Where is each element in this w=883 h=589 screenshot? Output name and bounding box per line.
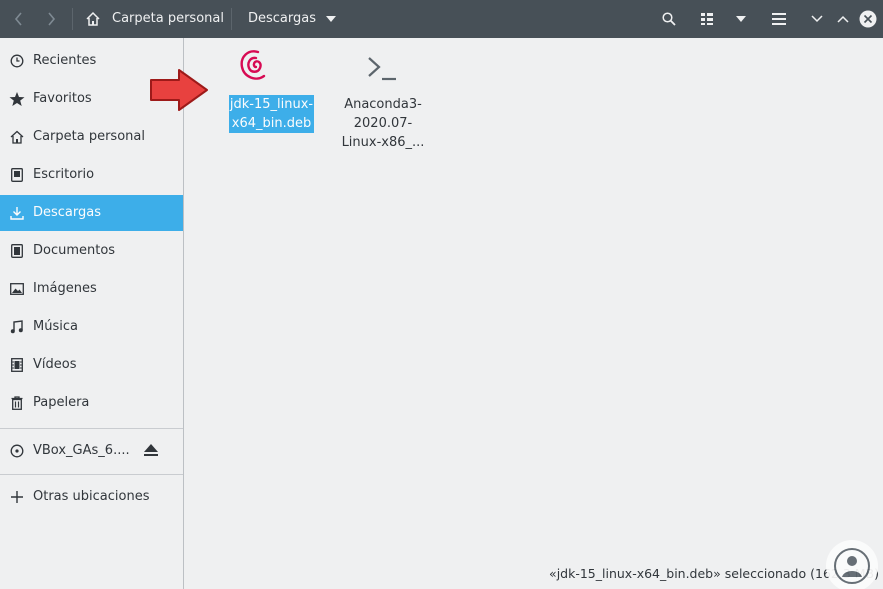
sidebar-item-label: Papelera bbox=[33, 395, 90, 410]
sidebar-separator bbox=[0, 474, 183, 475]
sidebar-item-imagenes[interactable]: Imágenes bbox=[0, 271, 183, 307]
home-icon bbox=[9, 129, 25, 145]
eject-icon[interactable] bbox=[144, 444, 158, 460]
caret-down-icon bbox=[326, 16, 336, 22]
sidebar-item-vbox-device[interactable]: VBox_GAs_6.... bbox=[0, 433, 183, 469]
breadcrumb-dropdown-button[interactable] bbox=[322, 6, 340, 32]
chevron-left-icon bbox=[14, 12, 22, 26]
caret-down-icon bbox=[736, 16, 746, 22]
debian-package-icon bbox=[240, 50, 266, 80]
sidebar-item-videos[interactable]: Vídeos bbox=[0, 347, 183, 383]
close-button[interactable] bbox=[857, 6, 879, 32]
sidebar: Recientes Favoritos Carpeta personal Esc… bbox=[0, 38, 184, 589]
home-icon bbox=[86, 11, 100, 26]
sidebar-separator bbox=[0, 428, 183, 429]
clock-icon bbox=[9, 53, 25, 69]
music-icon bbox=[9, 319, 25, 335]
breadcrumb-home-button[interactable] bbox=[82, 6, 104, 32]
file-name: Anaconda3- 2020.07- Linux-x86_... bbox=[341, 97, 425, 150]
annotation-arrow-icon bbox=[150, 69, 208, 111]
sidebar-item-label: Imágenes bbox=[33, 281, 97, 296]
breadcrumb-item-current[interactable]: Descargas bbox=[248, 11, 316, 26]
breadcrumb-separator bbox=[231, 8, 232, 30]
main-menu-button[interactable] bbox=[766, 6, 792, 32]
sidebar-item-label: Favoritos bbox=[33, 91, 92, 106]
trash-icon bbox=[9, 395, 25, 411]
plus-icon bbox=[9, 489, 25, 505]
sidebar-item-label: Descargas bbox=[33, 205, 102, 220]
sidebar-item-descargas[interactable]: Descargas bbox=[0, 195, 183, 231]
video-icon bbox=[9, 357, 25, 373]
hamburger-icon bbox=[772, 13, 786, 25]
file-item-jdk[interactable]: jdk-15_linux- x64_bin.deb bbox=[203, 38, 314, 148]
view-options-button[interactable] bbox=[728, 6, 754, 32]
maximize-button[interactable] bbox=[832, 6, 854, 32]
sidebar-item-label: Recientes bbox=[33, 53, 97, 68]
sidebar-item-papelera[interactable]: Papelera bbox=[0, 385, 183, 421]
back-button[interactable] bbox=[6, 6, 32, 32]
sidebar-item-label: Escritorio bbox=[33, 167, 95, 182]
view-mode-button[interactable] bbox=[694, 6, 720, 32]
sidebar-item-label: Vídeos bbox=[33, 357, 77, 372]
sidebar-item-label: Documentos bbox=[33, 243, 116, 258]
file-name: jdk-15_linux- x64_bin.deb bbox=[229, 95, 314, 133]
sidebar-item-label: Otras ubicaciones bbox=[33, 489, 150, 504]
image-icon bbox=[9, 281, 25, 297]
desktop-icon bbox=[9, 167, 25, 183]
disc-icon bbox=[9, 443, 25, 459]
star-icon bbox=[9, 91, 25, 107]
terminal-script-icon bbox=[368, 57, 396, 81]
chevron-right-icon bbox=[48, 12, 56, 26]
search-icon bbox=[662, 12, 676, 26]
breadcrumb-item-home[interactable]: Carpeta personal bbox=[112, 11, 224, 26]
close-icon bbox=[859, 10, 877, 28]
sidebar-item-documentos[interactable]: Documentos bbox=[0, 233, 183, 269]
document-icon bbox=[9, 243, 25, 259]
minimize-button[interactable] bbox=[806, 6, 828, 32]
search-button[interactable] bbox=[656, 6, 682, 32]
sidebar-item-escritorio[interactable]: Escritorio bbox=[0, 157, 183, 193]
sidebar-item-label: Música bbox=[33, 319, 78, 334]
grid-view-icon bbox=[701, 13, 713, 25]
chevron-up-icon bbox=[837, 15, 849, 23]
sidebar-item-label: VBox_GAs_6.... bbox=[33, 443, 130, 458]
sidebar-item-musica[interactable]: Música bbox=[0, 309, 183, 345]
sidebar-item-carpeta-personal[interactable]: Carpeta personal bbox=[0, 119, 183, 155]
watermark-person-icon bbox=[834, 548, 870, 584]
file-view[interactable]: jdk-15_linux- x64_bin.deb Anaconda3- 202… bbox=[185, 38, 883, 589]
sidebar-item-label: Carpeta personal bbox=[33, 129, 145, 144]
watermark-logo bbox=[826, 540, 878, 589]
file-item-anaconda[interactable]: Anaconda3- 2020.07- Linux-x86_... bbox=[333, 38, 433, 158]
header-bar: Carpeta personal Descargas bbox=[0, 0, 883, 38]
breadcrumb-separator bbox=[72, 8, 73, 30]
sidebar-item-otras-ubicaciones[interactable]: Otras ubicaciones bbox=[0, 479, 183, 515]
chevron-down-icon bbox=[811, 15, 823, 23]
forward-button[interactable] bbox=[38, 6, 64, 32]
download-icon bbox=[9, 205, 25, 221]
